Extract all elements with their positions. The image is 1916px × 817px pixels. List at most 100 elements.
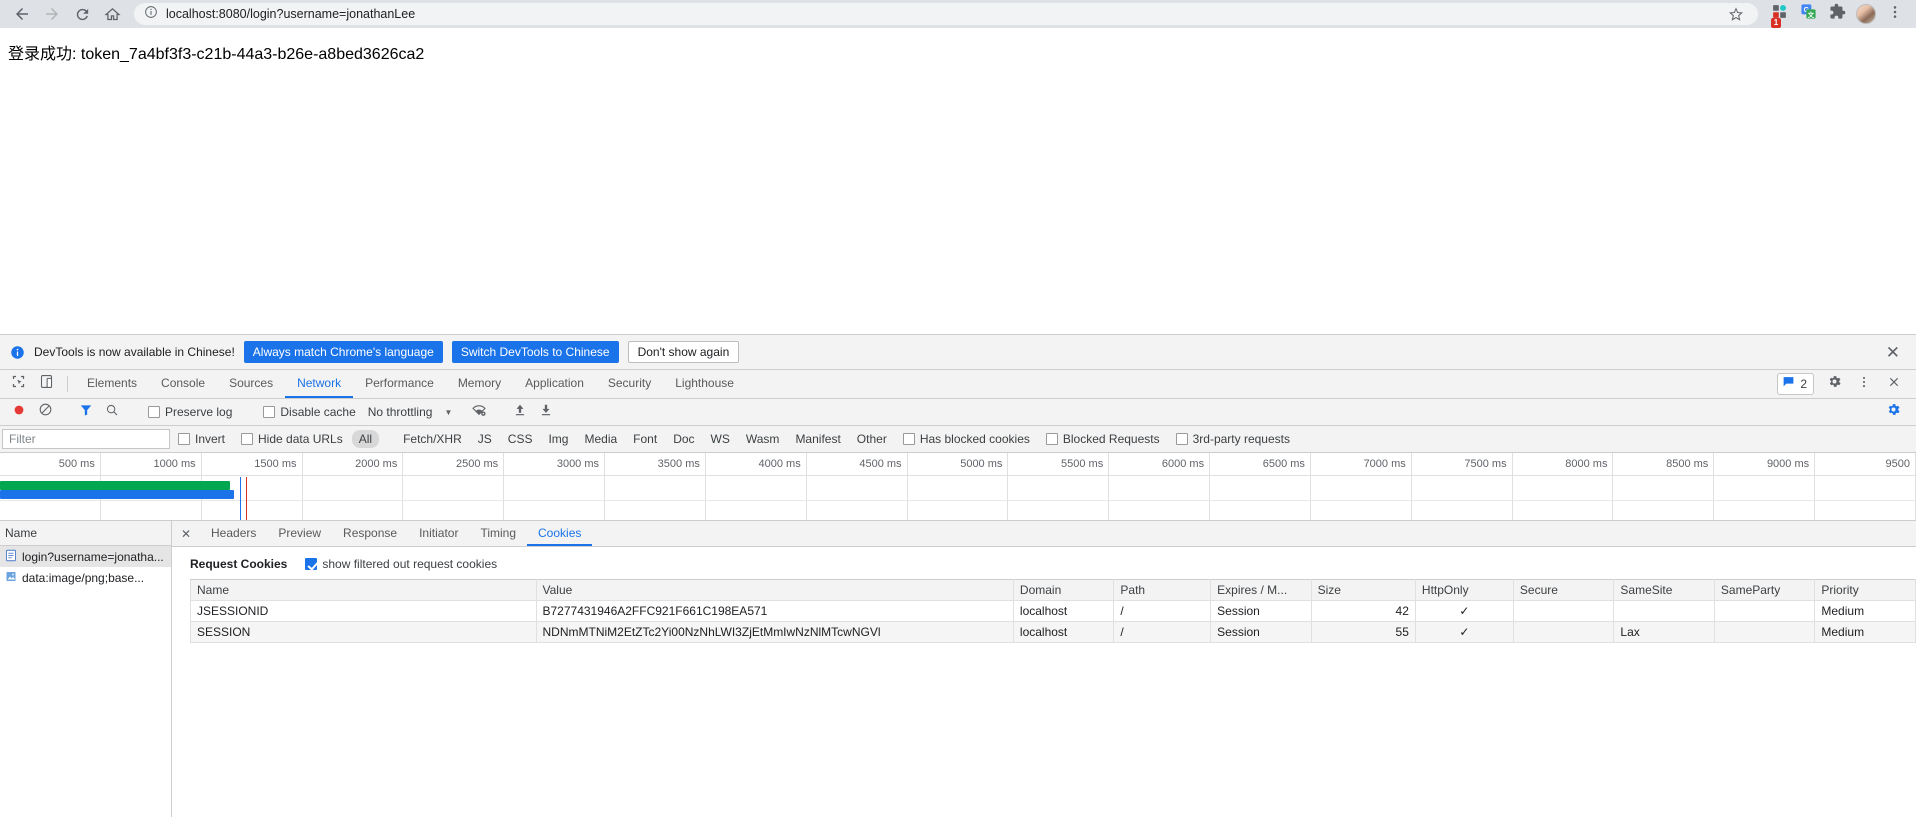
address-bar-url[interactable]: localhost:8080/login?username=jonathanLe…	[166, 7, 1716, 21]
toggle-filter-button[interactable]	[73, 401, 99, 423]
bookmark-star-icon[interactable]	[1724, 2, 1748, 26]
col-header-samesite[interactable]: SameSite	[1613, 579, 1715, 601]
filter-type-js[interactable]: JS	[471, 430, 499, 448]
detail-tab-preview[interactable]: Preview	[267, 521, 332, 546]
invert-checkbox[interactable]: Invert	[170, 432, 233, 446]
chrome-menu-button[interactable]	[1882, 1, 1908, 27]
col-header-size[interactable]: Size	[1310, 579, 1416, 601]
disable-cache-checkbox[interactable]: Disable cache	[255, 405, 363, 419]
back-button[interactable]	[8, 0, 36, 28]
blocked-requests-checkbox[interactable]: Blocked Requests	[1038, 432, 1168, 446]
tab-network[interactable]: Network	[285, 370, 354, 398]
dont-show-again-button[interactable]: Don't show again	[627, 341, 740, 363]
request-list-column-header[interactable]: Name	[0, 521, 171, 546]
tab-application[interactable]: Application	[513, 370, 596, 398]
device-toolbar-button[interactable]	[32, 370, 60, 398]
has-blocked-cookies-box[interactable]	[902, 433, 915, 445]
devtools-close-button[interactable]	[1880, 375, 1908, 394]
detail-tab-cookies[interactable]: Cookies	[527, 521, 593, 546]
infobar-close-icon[interactable]: ✕	[1880, 344, 1906, 361]
filter-type-manifest[interactable]: Manifest	[788, 430, 847, 448]
hide-data-urls-box[interactable]	[241, 433, 254, 445]
col-header-httponly[interactable]: HttpOnly	[1414, 579, 1514, 601]
tab-security[interactable]: Security	[596, 370, 663, 398]
devtools-more-options-button[interactable]	[1850, 375, 1878, 394]
col-header-path[interactable]: Path	[1113, 579, 1212, 601]
address-bar[interactable]: localhost:8080/login?username=jonathanLe…	[134, 3, 1758, 25]
clear-network-log-button[interactable]	[32, 401, 58, 423]
tab-lighthouse[interactable]: Lighthouse	[663, 370, 746, 398]
home-button[interactable]	[98, 0, 126, 28]
col-header-domain[interactable]: Domain	[1012, 579, 1115, 601]
request-row-data-image[interactable]: data:image/png;base...	[0, 567, 171, 588]
disable-cache-box[interactable]	[263, 406, 276, 418]
reload-button[interactable]	[68, 0, 96, 28]
filter-type-ws[interactable]: WS	[704, 430, 737, 448]
detail-tab-timing[interactable]: Timing	[469, 521, 527, 546]
has-blocked-cookies-checkbox[interactable]: Has blocked cookies	[895, 432, 1038, 446]
filter-type-doc[interactable]: Doc	[666, 430, 701, 448]
throttling-select[interactable]: No throttling	[364, 405, 437, 419]
network-conditions-button[interactable]	[466, 401, 492, 423]
switch-devtools-language-button[interactable]: Switch DevTools to Chinese	[451, 341, 619, 363]
hide-data-urls-checkbox[interactable]: Hide data URLs	[233, 432, 351, 446]
cookie-cell-sameparty	[1713, 600, 1816, 622]
col-header-secure[interactable]: Secure	[1512, 579, 1615, 601]
tab-performance[interactable]: Performance	[353, 370, 446, 398]
tab-sources[interactable]: Sources	[217, 370, 285, 398]
filter-type-all[interactable]: All	[351, 430, 380, 448]
record-network-log-button[interactable]	[6, 401, 32, 423]
preserve-log-box[interactable]	[148, 406, 160, 418]
extension-with-badge-button[interactable]: 1	[1766, 1, 1792, 28]
cookie-row[interactable]: SESSION NDNmMTNiM2EtZTc2Yi00NzNhLWI3ZjEtM…	[190, 621, 1916, 643]
col-header-sameparty[interactable]: SameParty	[1713, 579, 1816, 601]
page-info-icon[interactable]	[144, 5, 158, 24]
cookie-row[interactable]: JSESSIONID B7277431946A2FFC921F661C198EA5…	[190, 600, 1916, 622]
detail-tab-response[interactable]: Response	[332, 521, 408, 546]
third-party-requests-box[interactable]	[1175, 433, 1188, 445]
col-header-name[interactable]: Name	[190, 579, 537, 601]
request-row-login[interactable]: login?username=jonatha...	[0, 546, 171, 567]
network-settings-button[interactable]	[1880, 401, 1906, 423]
profile-button[interactable]	[1853, 1, 1879, 27]
tab-elements[interactable]: Elements	[75, 370, 149, 398]
forward-button[interactable]	[38, 0, 66, 28]
col-header-priority[interactable]: Priority	[1814, 579, 1916, 601]
inspect-element-button[interactable]	[4, 370, 32, 398]
cookie-cell-path: /	[1113, 621, 1212, 643]
filter-type-css[interactable]: CSS	[501, 430, 540, 448]
filter-type-wasm[interactable]: Wasm	[739, 430, 787, 448]
always-match-language-button[interactable]: Always match Chrome's language	[243, 341, 443, 363]
third-party-requests-checkbox[interactable]: 3rd-party requests	[1168, 432, 1298, 446]
import-har-button[interactable]	[507, 401, 533, 423]
col-header-expires[interactable]: Expires / M...	[1210, 579, 1312, 601]
extensions-button[interactable]	[1824, 1, 1850, 27]
network-timeline-overview[interactable]: 500 ms 1000 ms 1500 ms 2000 ms 2500 ms 3000 m…	[0, 453, 1916, 521]
detail-tab-headers[interactable]: Headers	[200, 521, 267, 546]
col-header-value[interactable]: Value	[535, 579, 1014, 601]
throttling-caret-icon[interactable]: ▼	[436, 408, 466, 417]
export-har-button[interactable]	[533, 401, 559, 423]
tab-console[interactable]: Console	[149, 370, 217, 398]
console-messages-button[interactable]: 2	[1777, 373, 1814, 395]
search-requests-button[interactable]	[99, 401, 125, 423]
network-settings-gear-icon	[1886, 402, 1901, 422]
close-detail-panel-button[interactable]: ✕	[172, 521, 200, 546]
filter-type-font[interactable]: Font	[626, 430, 664, 448]
detail-tab-initiator[interactable]: Initiator	[408, 521, 469, 546]
google-translate-button[interactable]: G 文	[1795, 1, 1821, 27]
show-filtered-cookies-checkbox[interactable]: show filtered out request cookies	[305, 557, 497, 571]
preserve-log-checkbox[interactable]: Preserve log	[140, 405, 240, 419]
tab-memory[interactable]: Memory	[446, 370, 513, 398]
blocked-requests-box[interactable]	[1045, 433, 1058, 445]
filter-type-img[interactable]: Img	[541, 430, 575, 448]
filter-type-other[interactable]: Other	[850, 430, 894, 448]
filter-type-media[interactable]: Media	[577, 430, 624, 448]
devtools-settings-button[interactable]	[1820, 374, 1848, 394]
filter-type-fetch-xhr[interactable]: Fetch/XHR	[396, 430, 469, 448]
show-filtered-cookies-box[interactable]	[305, 558, 318, 570]
timeline-tick: 6500 ms	[1210, 453, 1311, 520]
browser-toolbar: localhost:8080/login?username=jonathanLe…	[0, 0, 1916, 28]
invert-box[interactable]	[178, 433, 190, 445]
filter-input[interactable]	[2, 429, 170, 449]
